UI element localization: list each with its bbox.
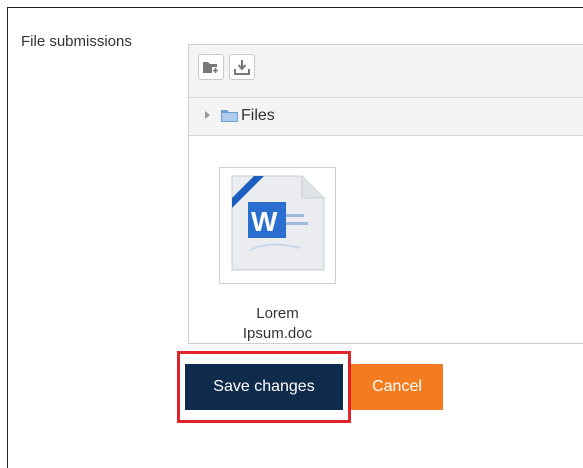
folder-icon	[221, 110, 238, 122]
file-manager-toolbar	[189, 45, 583, 98]
highlight-box	[177, 351, 351, 423]
file-manager: Files W Lorem Ipsum.doc	[188, 44, 583, 344]
cancel-button[interactable]: Cancel	[351, 364, 443, 410]
field-label: File submissions	[21, 33, 132, 50]
download-icon	[234, 60, 250, 75]
file-thumbnail[interactable]: W	[219, 167, 336, 284]
path-folder-label[interactable]: Files	[241, 107, 275, 125]
svg-text:W: W	[251, 206, 278, 237]
file-list: W Lorem Ipsum.doc	[189, 136, 583, 344]
folder-add-icon	[203, 62, 219, 74]
add-file-button[interactable]	[198, 54, 224, 80]
file-name[interactable]: Lorem Ipsum.doc	[219, 304, 336, 344]
download-all-button[interactable]	[229, 54, 255, 80]
file-path-bar: Files	[189, 98, 583, 136]
triangle-right-icon[interactable]	[204, 110, 212, 120]
word-document-icon: W	[231, 175, 325, 271]
